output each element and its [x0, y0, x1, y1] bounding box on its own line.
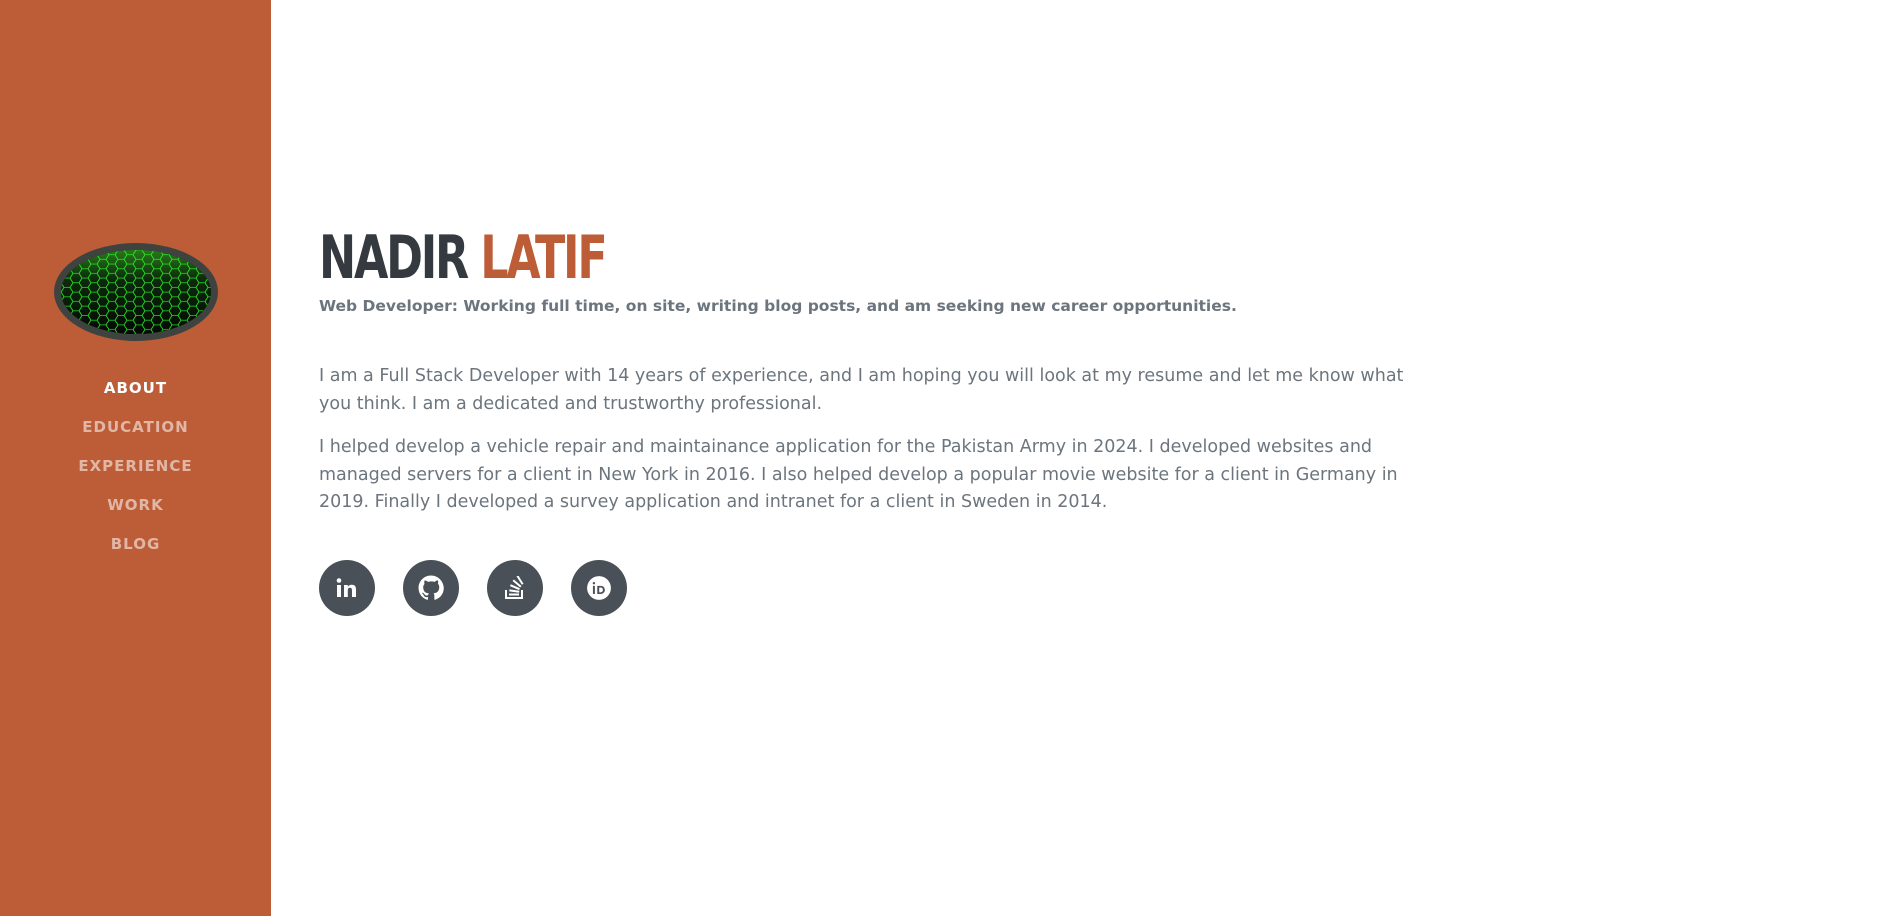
about-paragraph-2: I helped develop a vehicle repair and ma…	[319, 437, 1398, 512]
about-section: NADIR LATIF Web Developer: Working full …	[319, 225, 1429, 616]
nav-item-education[interactable]: EDUCATION	[78, 408, 192, 447]
last-name: LATIF	[480, 223, 607, 293]
social-icons	[319, 559, 1429, 616]
sidebar: ABOUT EDUCATION EXPERIENCE WORK BLOG	[0, 0, 271, 916]
orcid-icon	[587, 575, 611, 600]
sidebar-nav: ABOUT EDUCATION EXPERIENCE WORK BLOG	[78, 369, 192, 564]
stackoverflow-link[interactable]	[487, 559, 543, 616]
first-name: NADIR	[319, 223, 469, 293]
linkedin-link[interactable]	[319, 559, 375, 616]
hexagon-grid-image	[60, 249, 211, 334]
nav-item-about[interactable]: ABOUT	[78, 369, 192, 408]
stackoverflow-icon	[505, 575, 524, 599]
nav-item-work[interactable]: WORK	[78, 486, 192, 525]
subheading: Web Developer: Working full time, on sit…	[319, 297, 1237, 315]
avatar[interactable]	[53, 242, 218, 341]
github-link[interactable]	[403, 559, 459, 616]
linkedin-icon	[336, 577, 356, 597]
page-title: NADIR LATIF	[319, 225, 1140, 291]
about-paragraph-1: I am a Full Stack Developer with 14 year…	[319, 366, 1404, 414]
orcid-link[interactable]	[571, 559, 627, 616]
nav-item-experience[interactable]: EXPERIENCE	[78, 447, 192, 486]
github-icon	[418, 575, 444, 600]
nav-item-blog[interactable]: BLOG	[78, 525, 192, 564]
